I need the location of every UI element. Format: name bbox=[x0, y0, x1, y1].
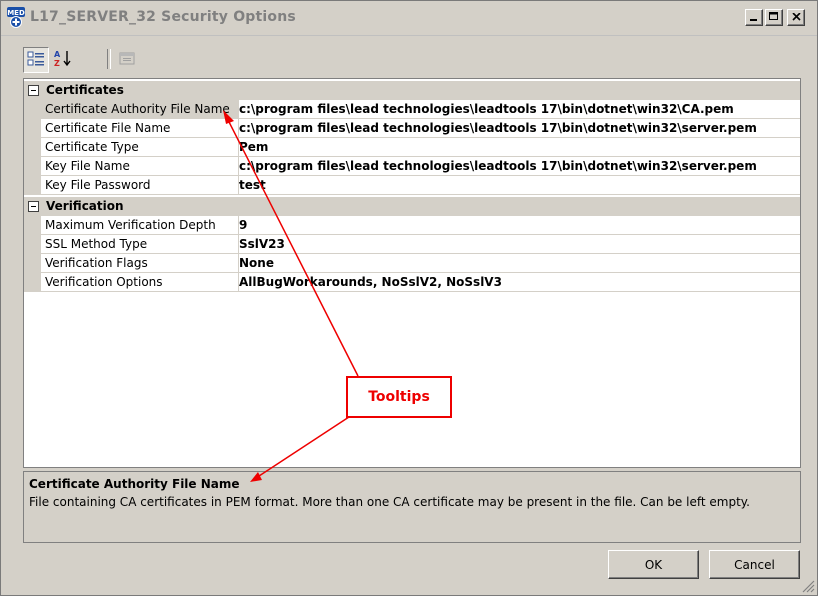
property-row[interactable]: Verification Options AllBugWorkarounds, … bbox=[24, 273, 800, 292]
help-description: File containing CA certificates in PEM f… bbox=[29, 495, 750, 509]
row-gutter bbox=[24, 254, 41, 273]
categorized-icon bbox=[27, 51, 45, 70]
property-row[interactable]: Certificate Authority File Name c:\progr… bbox=[24, 100, 800, 119]
property-value[interactable]: AllBugWorkarounds, NoSslV2, NoSslV3 bbox=[235, 273, 800, 292]
property-pages-icon bbox=[119, 51, 135, 68]
close-button[interactable] bbox=[787, 9, 805, 26]
property-value[interactable]: test bbox=[235, 176, 800, 195]
toolbar-separator bbox=[107, 49, 111, 69]
row-gutter bbox=[24, 176, 41, 195]
property-pages-button[interactable] bbox=[115, 47, 139, 71]
app-icon: MED bbox=[6, 6, 26, 28]
alphabetical-icon: AZ bbox=[53, 49, 73, 70]
row-gutter bbox=[24, 157, 41, 176]
alphabetical-view-button[interactable]: AZ bbox=[51, 47, 75, 71]
minimize-icon bbox=[750, 11, 758, 24]
tooltips-annotation-label: Tooltips bbox=[346, 376, 452, 418]
close-icon bbox=[791, 11, 801, 24]
property-row[interactable]: Certificate Type Pem bbox=[24, 138, 800, 157]
property-name[interactable]: Verification Options bbox=[41, 273, 239, 292]
collapse-icon[interactable] bbox=[28, 85, 39, 96]
svg-text:Z: Z bbox=[54, 59, 60, 67]
row-gutter bbox=[24, 100, 41, 119]
cancel-button[interactable]: Cancel bbox=[709, 550, 800, 579]
help-title: Certificate Authority File Name bbox=[29, 477, 240, 491]
categorized-view-button[interactable] bbox=[23, 47, 49, 73]
row-gutter bbox=[24, 235, 41, 254]
property-name[interactable]: Certificate Authority File Name bbox=[41, 100, 239, 119]
maximize-icon bbox=[769, 11, 779, 24]
property-name[interactable]: SSL Method Type bbox=[41, 235, 239, 254]
property-value[interactable]: None bbox=[235, 254, 800, 273]
property-value[interactable]: c:\program files\lead technologies\leadt… bbox=[235, 119, 800, 138]
security-options-window: MED L17_SERVER_32 Security Options AZ Ce… bbox=[0, 0, 818, 596]
maximize-button[interactable] bbox=[765, 9, 783, 26]
ok-button[interactable]: OK bbox=[608, 550, 699, 579]
property-row[interactable]: Verification Flags None bbox=[24, 254, 800, 273]
property-row[interactable]: Certificate File Name c:\program files\l… bbox=[24, 119, 800, 138]
property-name[interactable]: Verification Flags bbox=[41, 254, 239, 273]
category-certificates[interactable]: Certificates bbox=[24, 81, 800, 100]
property-name[interactable]: Certificate File Name bbox=[41, 119, 239, 138]
property-value[interactable]: SslV23 bbox=[235, 235, 800, 254]
row-gutter bbox=[24, 119, 41, 138]
property-row[interactable]: SSL Method Type SslV23 bbox=[24, 235, 800, 254]
property-name[interactable]: Key File Name bbox=[41, 157, 239, 176]
svg-text:MED: MED bbox=[7, 9, 25, 17]
title-bar[interactable]: MED L17_SERVER_32 Security Options bbox=[1, 1, 817, 36]
property-row[interactable]: Key File Password test bbox=[24, 176, 800, 195]
window-title: L17_SERVER_32 Security Options bbox=[30, 9, 296, 25]
property-name[interactable]: Key File Password bbox=[41, 176, 239, 195]
property-value[interactable]: c:\program files\lead technologies\leadt… bbox=[235, 100, 800, 119]
property-grid-toolbar: AZ bbox=[23, 47, 143, 73]
collapse-icon[interactable] bbox=[28, 201, 39, 212]
property-row[interactable]: Key File Name c:\program files\lead tech… bbox=[24, 157, 800, 176]
row-gutter bbox=[24, 216, 41, 235]
help-panel: Certificate Authority File Name File con… bbox=[23, 471, 801, 543]
property-value[interactable]: 9 bbox=[235, 216, 800, 235]
row-gutter bbox=[24, 138, 41, 157]
property-name[interactable]: Certificate Type bbox=[41, 138, 239, 157]
category-verification[interactable]: Verification bbox=[24, 197, 800, 216]
property-value[interactable]: c:\program files\lead technologies\leadt… bbox=[235, 157, 800, 176]
resize-grip-icon[interactable] bbox=[799, 577, 815, 593]
svg-text:A: A bbox=[54, 50, 61, 59]
category-label: Certificates bbox=[46, 83, 124, 97]
property-row[interactable]: Maximum Verification Depth 9 bbox=[24, 216, 800, 235]
property-name[interactable]: Maximum Verification Depth bbox=[41, 216, 239, 235]
row-gutter bbox=[24, 273, 41, 292]
category-label: Verification bbox=[46, 199, 124, 213]
property-value[interactable]: Pem bbox=[235, 138, 800, 157]
minimize-button[interactable] bbox=[745, 9, 763, 26]
